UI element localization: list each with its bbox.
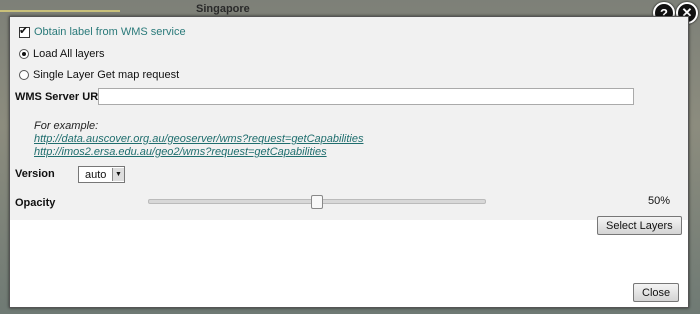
single-layer-label: Single Layer Get map request [33, 69, 180, 81]
opacity-value: 50% [648, 195, 671, 207]
close-button[interactable]: Close [633, 283, 680, 302]
version-select[interactable]: auto ▼ [78, 166, 125, 183]
version-value: auto [85, 168, 107, 181]
obtain-label-checkbox[interactable] [19, 24, 30, 38]
version-label: Version [15, 168, 55, 180]
select-layers-button[interactable]: Select Layers [597, 216, 682, 235]
opacity-slider-thumb[interactable] [311, 195, 323, 209]
obtain-label-row[interactable]: Obtain label from WMS service [19, 24, 186, 38]
single-layer-radio[interactable] [19, 70, 29, 80]
example-block: For example: http://data.auscover.org.au… [34, 120, 363, 159]
wms-form-panel: Obtain label from WMS service Load All l… [10, 17, 688, 220]
server-url-label: WMS Server URL [15, 91, 105, 103]
example-link-1[interactable]: http://data.auscover.org.au/geoserver/wm… [34, 133, 363, 146]
load-all-layers-label: Load All layers [33, 48, 105, 60]
chevron-down-icon[interactable]: ▼ [112, 168, 124, 181]
opacity-slider[interactable] [148, 195, 486, 209]
wms-dialog: Obtain label from WMS service Load All l… [9, 16, 689, 308]
load-all-layers-row[interactable]: Load All layers [19, 48, 105, 60]
map-road [0, 10, 120, 12]
map-place-label: Singapore [196, 3, 250, 15]
server-url-input[interactable] [98, 88, 634, 105]
single-layer-row[interactable]: Single Layer Get map request [19, 69, 179, 81]
obtain-label-text: Obtain label from WMS service [34, 26, 186, 38]
load-all-layers-radio[interactable] [19, 49, 29, 59]
example-label: For example: [34, 120, 99, 132]
example-link-2[interactable]: http://imos2.ersa.edu.au/geo2/wms?reques… [34, 146, 363, 159]
opacity-label: Opacity [15, 197, 56, 209]
